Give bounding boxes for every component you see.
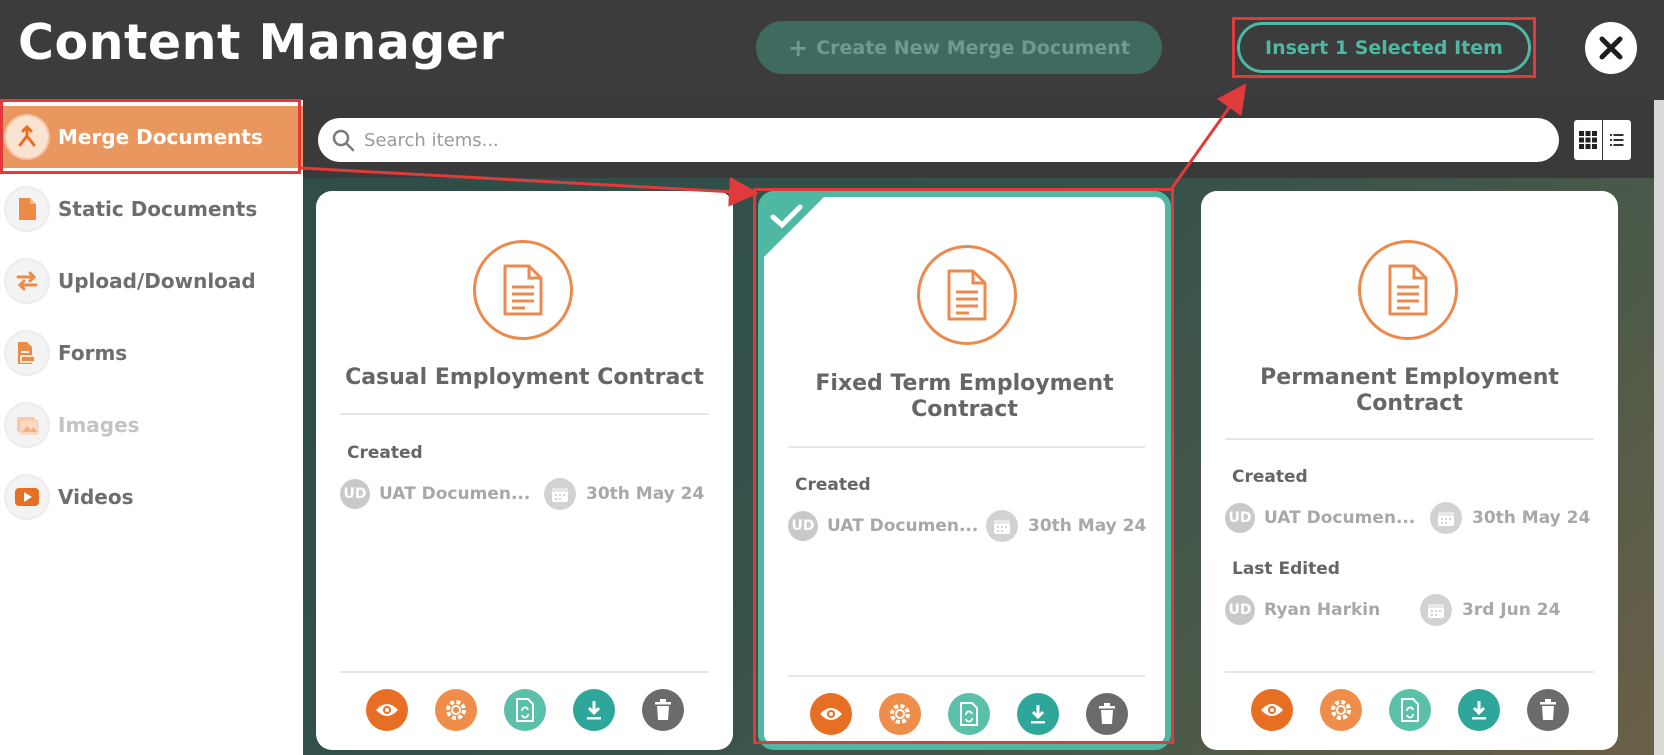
header-bar: Content Manager + Create New Merge Docum… xyxy=(0,0,1664,100)
created-by: UAT Documen... xyxy=(1264,508,1416,528)
delete-button[interactable] xyxy=(642,689,684,731)
delete-icon xyxy=(1540,699,1556,720)
edited-date: 3rd Jun 24 xyxy=(1462,600,1561,620)
document-icon xyxy=(6,188,48,230)
transfer-icon xyxy=(6,260,48,302)
sidebar-item-label: Forms xyxy=(58,341,128,365)
last-edited-label: Last Edited xyxy=(1232,559,1340,579)
card-actions xyxy=(366,689,684,731)
close-button[interactable] xyxy=(1585,22,1637,74)
download-button[interactable] xyxy=(1458,689,1500,731)
list-view-icon xyxy=(1610,134,1624,146)
divider xyxy=(340,671,709,673)
divider xyxy=(1225,671,1594,673)
grid-view-button[interactable] xyxy=(1574,120,1602,160)
sidebar-item-videos[interactable]: Videos xyxy=(0,466,303,528)
document-card-casual[interactable]: Casual Employment Contract Created UD UA… xyxy=(316,191,733,750)
sidebar-item-label: Static Documents xyxy=(58,197,258,221)
sidebar-item-label: Upload/Download xyxy=(58,269,256,293)
download-icon xyxy=(1472,701,1486,720)
created-label: Created xyxy=(347,443,423,463)
sidebar-item-static-documents[interactable]: Static Documents xyxy=(0,178,303,240)
scrollbar[interactable] xyxy=(1654,100,1664,755)
edited-date-row: 3rd Jun 24 xyxy=(1420,594,1560,626)
view-icon xyxy=(1261,704,1283,716)
delete-icon xyxy=(655,699,671,720)
divider xyxy=(340,413,709,415)
calendar-icon xyxy=(1430,502,1462,534)
settings-icon xyxy=(446,700,466,720)
sidebar-item-forms[interactable]: Forms xyxy=(0,322,303,384)
sidebar-item-upload-download[interactable]: Upload/Download xyxy=(0,250,303,312)
view-button[interactable] xyxy=(1251,689,1293,731)
search-input[interactable] xyxy=(364,129,1514,151)
grid-view-icon xyxy=(1579,131,1597,149)
created-by-row: UD UAT Documen... xyxy=(1225,503,1415,533)
settings-button[interactable] xyxy=(435,689,477,731)
created-label: Created xyxy=(1232,467,1308,487)
sidebar-active-highlight xyxy=(0,99,301,174)
delete-button[interactable] xyxy=(1527,689,1569,731)
download-icon xyxy=(587,701,601,720)
document-icon xyxy=(473,240,573,340)
settings-button[interactable] xyxy=(1320,689,1362,731)
sidebar-item-label: Videos xyxy=(58,485,134,509)
form-icon xyxy=(6,332,48,374)
download-button[interactable] xyxy=(573,689,615,731)
view-button[interactable] xyxy=(366,689,408,731)
created-date: 30th May 24 xyxy=(1472,508,1591,528)
sidebar-item-images[interactable]: Images xyxy=(0,394,303,456)
avatar: UD xyxy=(340,479,370,509)
edited-by-row: UD Ryan Harkin xyxy=(1225,595,1380,625)
created-by-row: UD UAT Documen... xyxy=(340,479,530,509)
search-icon xyxy=(330,127,356,153)
search-field[interactable] xyxy=(318,118,1559,162)
close-icon xyxy=(1599,36,1623,60)
create-merge-document-button[interactable]: + Create New Merge Document xyxy=(756,21,1162,74)
selected-card-highlight xyxy=(753,188,1174,744)
calendar-icon xyxy=(1420,594,1452,626)
created-date-row: 30th May 24 xyxy=(1430,502,1590,534)
video-icon xyxy=(6,476,48,518)
edited-by: Ryan Harkin xyxy=(1264,600,1381,620)
view-icon xyxy=(376,704,398,716)
convert-button[interactable] xyxy=(1389,689,1431,731)
sidebar-item-label: Images xyxy=(58,413,140,437)
plus-icon: + xyxy=(788,33,809,62)
card-actions xyxy=(1251,689,1569,731)
created-by: UAT Documen... xyxy=(379,484,531,504)
calendar-icon xyxy=(544,478,576,510)
insert-selected-button[interactable]: Insert 1 Selected Item xyxy=(1237,22,1531,73)
created-date-row: 30th May 24 xyxy=(544,478,704,510)
created-date: 30th May 24 xyxy=(586,484,705,504)
avatar: UD xyxy=(1225,595,1255,625)
document-card-permanent[interactable]: Permanent Employment Contract Created UD… xyxy=(1201,191,1618,750)
image-icon xyxy=(6,404,48,446)
avatar: UD xyxy=(1225,503,1255,533)
create-merge-document-label: Create New Merge Document xyxy=(816,36,1130,59)
document-title: Permanent Employment Contract xyxy=(1260,365,1559,416)
list-view-button[interactable] xyxy=(1603,120,1631,160)
document-icon xyxy=(1358,240,1458,340)
divider xyxy=(1225,438,1594,440)
convert-icon xyxy=(516,698,534,722)
convert-button[interactable] xyxy=(504,689,546,731)
settings-icon xyxy=(1331,700,1351,720)
document-title: Casual Employment Contract xyxy=(345,365,704,390)
page-title: Content Manager xyxy=(18,14,505,71)
convert-icon xyxy=(1401,698,1419,722)
